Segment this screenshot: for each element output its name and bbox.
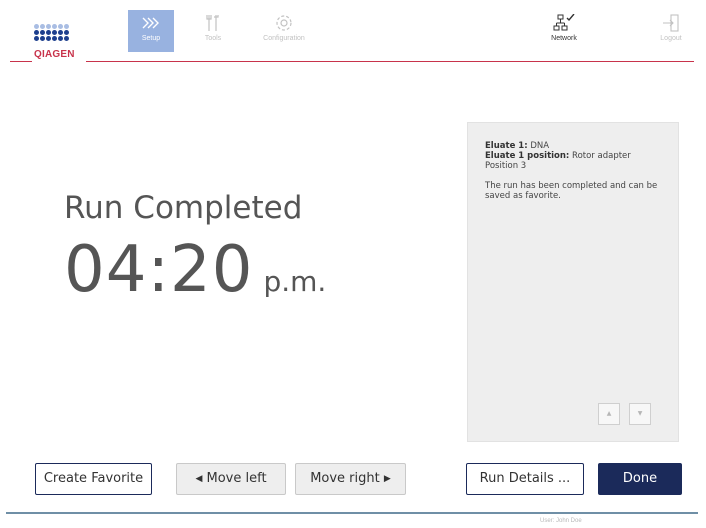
- current-user-label: User: John Doe: [540, 518, 582, 524]
- network-status[interactable]: Network: [540, 10, 588, 52]
- eluate-position-label: Eluate 1 position:: [485, 151, 570, 161]
- scroll-up-button[interactable]: ▲: [598, 403, 620, 425]
- create-favorite-button[interactable]: Create Favorite: [35, 463, 152, 495]
- footer-divider: [6, 512, 698, 514]
- scroll-down-icon: ▼: [637, 410, 643, 417]
- tab-setup[interactable]: Setup: [128, 10, 174, 52]
- logo-text: QIAGEN: [34, 49, 75, 60]
- arrow-left-icon: ◀: [195, 474, 203, 484]
- logo-dots-icon: [34, 24, 76, 41]
- tab-tools[interactable]: Tools: [190, 10, 236, 52]
- completion-time-ampm: p.m.: [263, 265, 327, 298]
- qiagen-logo: QIAGEN: [34, 24, 76, 60]
- chevrons-right-icon: [142, 17, 159, 29]
- network-connected-icon: [553, 14, 575, 31]
- move-left-button[interactable]: ◀ Move left: [176, 463, 286, 495]
- logout-icon: [663, 14, 679, 32]
- move-right-label: Move right: [310, 471, 380, 486]
- move-right-button[interactable]: Move right ▶: [295, 463, 406, 495]
- logout-button[interactable]: Logout: [650, 10, 692, 52]
- completion-time: 04:20 p.m.: [64, 232, 326, 308]
- logout-label: Logout: [660, 35, 682, 42]
- run-details-button[interactable]: Run Details ...: [466, 463, 584, 495]
- tab-setup-label: Setup: [141, 35, 161, 42]
- run-info-message: The run has been completed and can be sa…: [485, 181, 658, 201]
- arrow-right-icon: ▶: [383, 474, 391, 484]
- tab-tools-label: Tools: [204, 35, 222, 42]
- run-status-title: Run Completed: [64, 190, 303, 226]
- gear-icon: [276, 15, 292, 31]
- tab-configuration[interactable]: Configuration: [252, 10, 316, 52]
- scroll-down-button[interactable]: ▼: [629, 403, 651, 425]
- header-divider-right: [86, 61, 694, 62]
- move-left-label: Move left: [206, 471, 267, 486]
- tab-configuration-label: Configuration: [263, 35, 305, 42]
- eluate-label: Eluate 1:: [485, 141, 528, 151]
- done-button[interactable]: Done: [598, 463, 682, 495]
- completion-time-value: 04:20: [64, 233, 254, 307]
- tools-icon: [206, 15, 219, 31]
- header-divider-left: [10, 61, 32, 62]
- scroll-up-icon: ▲: [606, 410, 612, 417]
- run-info-panel: Eluate 1: DNA Eluate 1 position: Rotor a…: [467, 122, 679, 442]
- top-bar: QIAGEN Setup Tools Configuration Network: [0, 0, 706, 62]
- run-info-text: Eluate 1: DNA Eluate 1 position: Rotor a…: [485, 141, 665, 201]
- network-label: Network: [551, 35, 577, 42]
- eluate-value: DNA: [530, 141, 550, 151]
